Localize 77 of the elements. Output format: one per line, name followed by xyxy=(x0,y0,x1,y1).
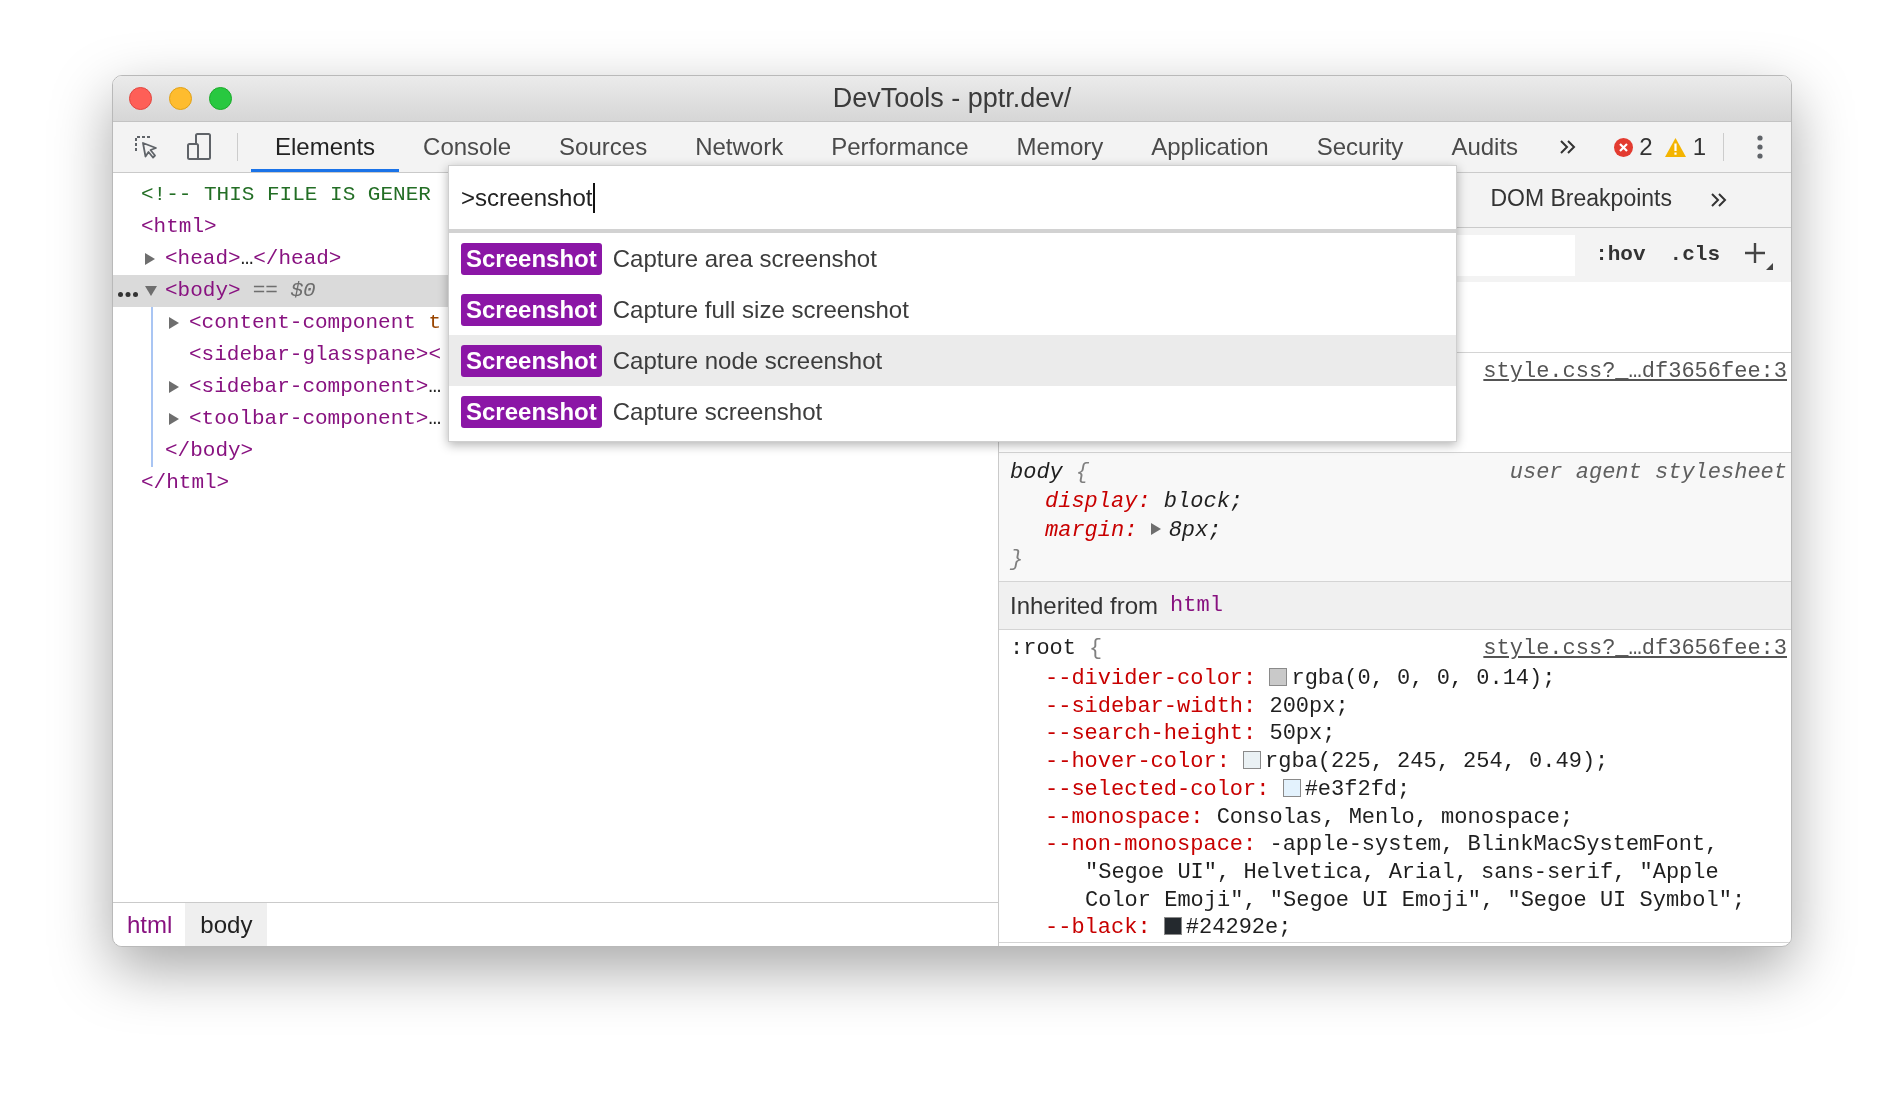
command-item[interactable]: Screenshot Capture node screenshot xyxy=(449,335,1456,386)
filter-toggle-button[interactable]: :hov xyxy=(1589,239,1652,271)
css-declaration[interactable]: --non-monospace: -apple-system, BlinkMacSystemFont, "Segoe UI", Helvetica, Arial, sans-serif, "Apple Color Emoji", "Segoe UI Emoji", "Segoe UI Symbol"; xyxy=(1045,831,1775,915)
ellipsis-text: … xyxy=(240,246,254,273)
issues-counter[interactable]: 2 1 xyxy=(1614,129,1706,165)
category-badge: Screenshot xyxy=(461,242,602,275)
brace-text: } xyxy=(1010,546,1024,574)
ellipsis-text: … xyxy=(428,406,442,433)
tag-text: <sidebar-glasspane> xyxy=(189,342,429,369)
ellipsis-text: … xyxy=(428,374,442,401)
color-swatch-icon[interactable] xyxy=(1269,668,1288,686)
plus-icon[interactable] xyxy=(1743,240,1773,270)
tag-text: <body> xyxy=(165,278,241,305)
filter-toggle-button[interactable]: .cls xyxy=(1663,239,1726,271)
horizontal-dots-icon[interactable] xyxy=(118,292,138,297)
triangle-right-icon[interactable] xyxy=(169,413,179,425)
closing-tag-text: </body> xyxy=(165,438,254,465)
brace-text: { xyxy=(1089,635,1103,663)
css-declaration[interactable]: display: block; xyxy=(1045,487,1244,516)
device-icon[interactable] xyxy=(186,133,212,161)
breadcrumb-item[interactable]: body xyxy=(185,903,268,946)
triangle-right-icon[interactable] xyxy=(169,381,179,393)
css-declaration[interactable]: --black: #24292e; xyxy=(1045,914,1292,943)
command-item[interactable]: Screenshot Capture area screenshot xyxy=(449,233,1456,284)
vertical-dots-icon[interactable] xyxy=(1757,135,1763,159)
category-badge: Screenshot xyxy=(461,395,602,428)
tag-text: <sidebar-component> xyxy=(189,374,429,401)
panel-tab[interactable]: Elements xyxy=(251,122,400,172)
command-label: Capture area screenshot xyxy=(612,243,877,274)
triangle-down-icon[interactable] xyxy=(145,286,157,296)
double-chevron-icon[interactable] xyxy=(1558,138,1577,156)
filter-field[interactable] xyxy=(1457,234,1576,276)
command-item[interactable]: Screenshot Capture screenshot xyxy=(449,386,1456,437)
closing-tag-text: </html> xyxy=(141,470,230,497)
double-chevron-icon[interactable] xyxy=(1709,191,1727,209)
selected-node-row[interactable]: <body> == $0 xyxy=(113,275,448,307)
css-declaration[interactable]: --hover-color: rgba(225, 245, 254, 0.49); xyxy=(1045,748,1609,776)
color-swatch-icon[interactable] xyxy=(1243,751,1262,770)
comment-text: <!-- THIS FILE IS GENER xyxy=(141,182,431,209)
css-declaration[interactable]: --divider-color: rgba(0, 0, 0, 0.14); xyxy=(1045,665,1556,693)
css-declaration[interactable]: --search-height: 50px; xyxy=(1045,720,1336,749)
source-link[interactable]: style.css?_…df3656fee:3 xyxy=(1483,358,1787,386)
css-selector[interactable]: :root xyxy=(1010,635,1076,663)
stylesheet-origin: user agent stylesheet xyxy=(1509,459,1787,487)
tag-text: <content-component xyxy=(189,310,416,337)
triangle-right-icon[interactable] xyxy=(169,317,179,329)
color-swatch-icon[interactable] xyxy=(1282,778,1301,797)
css-declaration[interactable]: --sidebar-width: 200px; xyxy=(1045,692,1349,721)
error-icon xyxy=(1614,137,1634,157)
brace-text: { xyxy=(1075,459,1089,487)
tag-text: <html> xyxy=(141,214,217,241)
close-button[interactable] xyxy=(129,87,152,110)
category-badge: Screenshot xyxy=(461,344,602,377)
closing-tag-text: < xyxy=(428,342,442,369)
triangle-right-icon[interactable] xyxy=(145,253,155,265)
command-label: Capture node screenshot xyxy=(612,345,883,376)
command-label: Capture screenshot xyxy=(612,396,823,427)
inherited-label: Inherited from xyxy=(1010,590,1159,621)
triangle-right-icon[interactable] xyxy=(1150,523,1161,535)
category-badge: Screenshot xyxy=(461,293,602,326)
css-declaration[interactable]: margin: 8px; xyxy=(1045,516,1222,545)
window-title: DevTools - pptr.dev/ xyxy=(832,82,1072,116)
command-item[interactable]: Screenshot Capture full size screenshot xyxy=(449,284,1456,335)
css-declaration[interactable]: --selected-color: #e3f2fd; xyxy=(1045,775,1411,804)
css-declaration[interactable]: --monospace: Consolas, Menlo, monospace; xyxy=(1045,803,1574,832)
inspect-icon[interactable] xyxy=(133,134,159,160)
command-label: Capture full size screenshot xyxy=(612,294,909,325)
warning-icon xyxy=(1664,137,1686,157)
css-selector[interactable]: body xyxy=(1010,458,1063,487)
color-swatch-icon[interactable] xyxy=(1163,917,1182,936)
closing-tag-text: </head> xyxy=(253,246,342,273)
inherited-element-link[interactable]: html xyxy=(1170,589,1223,622)
source-link[interactable]: style.css?_…df3656fee:3 xyxy=(1483,635,1787,663)
attribute-name: t xyxy=(428,310,442,337)
tag-text: <head> xyxy=(165,246,241,273)
tag-text: <toolbar-component> xyxy=(189,406,429,433)
node-reference-marker: == $0 xyxy=(252,278,316,305)
